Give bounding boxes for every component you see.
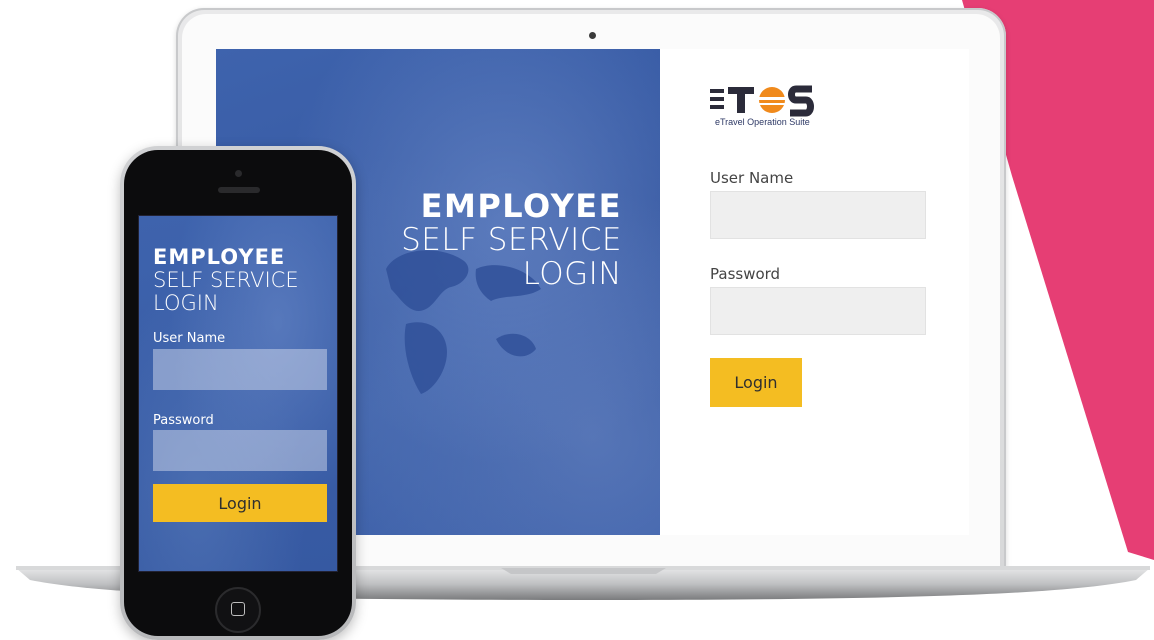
square-home-icon: [231, 602, 245, 616]
password-label: Password: [710, 265, 781, 283]
hero-title-line3: LOGIN: [522, 256, 622, 292]
phone-password-label: Password: [153, 413, 214, 428]
phone-login-button[interactable]: Login: [153, 484, 327, 522]
username-label: User Name: [710, 169, 794, 187]
hero-title-line1: EMPLOYEE: [420, 187, 622, 225]
laptop-camera-icon: [589, 32, 596, 39]
logo-tagline: eTravel Operation Suite: [715, 117, 810, 127]
phone-hero-line2: SELF SERVICE: [153, 268, 299, 292]
phone-camera-icon: [235, 170, 242, 177]
hero-title: EMPLOYEE SELF SERVICE LOGIN: [401, 189, 622, 291]
phone-speaker: [218, 187, 260, 193]
phone-username-input[interactable]: [153, 349, 327, 390]
hero-title-line2: SELF SERVICE: [401, 222, 622, 258]
phone-hero-line1: EMPLOYEE: [153, 245, 286, 269]
login-panel: eTravel Operation Suite User Name Passwo…: [660, 49, 969, 535]
phone-password-input[interactable]: [153, 430, 327, 471]
phone-hero-line3: LOGIN: [153, 291, 219, 315]
username-input[interactable]: [710, 191, 926, 239]
marketing-stage: EMPLOYEE SELF SERVICE LOGIN eTravel Oper…: [0, 0, 1154, 640]
phone-username-label: User Name: [153, 331, 226, 346]
login-button[interactable]: Login: [710, 358, 802, 407]
phone-hero-title: EMPLOYEE SELF SERVICE LOGIN: [153, 246, 299, 315]
password-input[interactable]: [710, 287, 926, 335]
phone-screen: EMPLOYEE SELF SERVICE LOGIN User Name Pa…: [138, 215, 338, 572]
